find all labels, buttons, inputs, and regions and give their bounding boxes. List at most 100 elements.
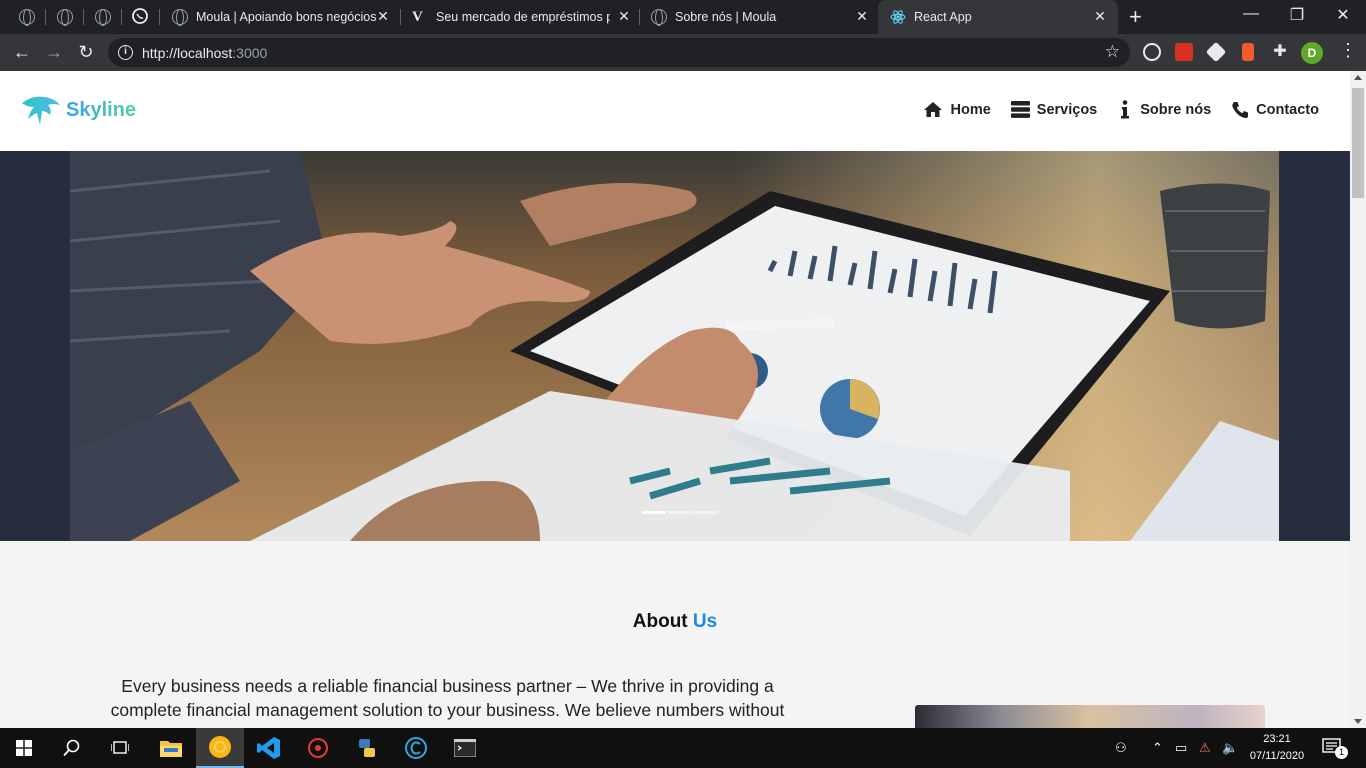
restore-window-button[interactable]: ❐ [1287, 5, 1307, 25]
carousel-indicator-3[interactable] [694, 511, 718, 514]
search-icon [63, 739, 80, 757]
extension-red-icon[interactable] [1175, 43, 1193, 61]
tab-title: Moula | Apoiando bons negócios [196, 10, 376, 24]
task-view-icon [111, 741, 129, 754]
close-tab-icon[interactable]: ✕ [1092, 8, 1108, 25]
chrome-icon [209, 736, 231, 758]
eagle-logo-icon [22, 96, 60, 125]
extension-cube-icon[interactable] [1205, 41, 1227, 63]
close-tab-icon[interactable]: ✕ [616, 8, 632, 25]
nav-about[interactable]: Sobre nós [1117, 100, 1211, 119]
browser-tab[interactable]: V Seu mercado de empréstimos pa ✕ [400, 0, 640, 34]
browser-tab-active[interactable]: React App ✕ [878, 0, 1118, 34]
about-heading: About Us [0, 611, 1350, 633]
c-app-icon [405, 737, 427, 759]
browser-tab[interactable]: Sobre nós | Moula ✕ [639, 0, 879, 34]
nav-home[interactable]: Home [923, 100, 991, 119]
tab-separator [45, 9, 46, 25]
chrome-taskbar-button[interactable] [196, 728, 244, 768]
close-tab-icon[interactable]: ✕ [854, 8, 870, 25]
scroll-down-icon[interactable] [1354, 719, 1362, 724]
globe-icon [172, 9, 188, 26]
close-tab-icon[interactable]: ✕ [375, 8, 391, 25]
hero-carousel[interactable] [70, 151, 1279, 541]
brand-name: Skyline [66, 98, 137, 121]
about-heading-main: About [632, 611, 688, 632]
about-heading-accent: Us [692, 611, 718, 632]
tab-title: Sobre nós | Moula [675, 10, 777, 24]
scrollbar-thumb[interactable] [1352, 88, 1364, 198]
nav-services-label: Serviços [1036, 101, 1098, 118]
extension-target-icon[interactable] [1143, 43, 1161, 61]
app-red-taskbar-button[interactable] [294, 728, 342, 768]
action-center-button[interactable]: 1 [1322, 738, 1348, 759]
start-button[interactable] [0, 728, 48, 768]
show-hidden-icons-icon[interactable]: ⌃ [1152, 740, 1163, 756]
network-disconnected-icon[interactable]: ⚠ [1199, 740, 1211, 756]
python-icon [359, 739, 375, 757]
clock-time: 23:21 [1263, 733, 1291, 745]
vscode-taskbar-button[interactable] [245, 728, 293, 768]
bookmark-star-icon[interactable]: ☆ [1105, 42, 1120, 62]
search-button[interactable] [48, 728, 96, 768]
carousel-indicator-2[interactable] [668, 511, 692, 514]
nav-about-label: Sobre nós [1140, 101, 1212, 118]
battery-icon[interactable]: ▭ [1175, 740, 1187, 756]
close-window-button[interactable]: ✕ [1333, 5, 1353, 25]
globe-icon [651, 9, 667, 26]
server-icon [1010, 101, 1030, 118]
site-navbar: Skyline Home Serviços Sobre nós Contacto [0, 71, 1350, 151]
react-icon [890, 9, 906, 25]
file-explorer-button[interactable] [147, 728, 195, 768]
tab-bar: Moula | Apoiando bons negócios ✕ V Seu m… [0, 0, 1366, 34]
people-icon[interactable]: ⚇ [1115, 740, 1127, 756]
back-button[interactable]: ← [10, 40, 34, 64]
extensions-puzzle-icon[interactable]: ✚ [1271, 43, 1289, 61]
tab-separator [83, 9, 84, 25]
pinned-tab-whatsapp-icon[interactable] [131, 7, 151, 27]
browser-menu-icon[interactable]: ⋮ [1339, 40, 1357, 61]
forward-button[interactable]: → [42, 40, 66, 64]
pinned-tab-globe-icon[interactable] [55, 7, 75, 27]
brand-logo[interactable]: Skyline [20, 93, 136, 127]
task-view-button[interactable] [96, 728, 144, 768]
carousel-indicator-1[interactable] [642, 511, 666, 514]
c-app-taskbar-button[interactable] [392, 728, 440, 768]
terminal-taskbar-button[interactable] [441, 728, 489, 768]
windows-logo-icon [16, 740, 32, 756]
system-clock[interactable]: 23:21 07/11/2020 [1247, 731, 1307, 765]
nav-home-label: Home [950, 101, 991, 118]
pinned-tab-globe-icon[interactable] [93, 7, 113, 27]
about-paragraph: Every business needs a reliable financia… [110, 676, 785, 720]
extension-flask-icon[interactable] [1242, 43, 1254, 61]
hero-business-chart-image [70, 151, 1279, 541]
pinned-tab-globe-icon[interactable] [17, 7, 37, 27]
nav-services[interactable]: Serviços [1010, 100, 1098, 119]
terminal-icon [454, 739, 476, 757]
new-tab-button[interactable]: + [1129, 4, 1142, 30]
tab-separator [121, 9, 122, 25]
browser-tab[interactable]: Moula | Apoiando bons negócios ✕ [160, 0, 400, 34]
address-bar[interactable]: i http://localhost:3000 ☆ [108, 38, 1130, 67]
notification-count-badge: 1 [1335, 746, 1348, 759]
nav-contact[interactable]: Contacto [1231, 100, 1319, 119]
v-logo-icon: V [412, 9, 423, 25]
red-app-icon [308, 738, 328, 758]
profile-avatar[interactable]: D [1301, 42, 1323, 64]
main-menu: Home Serviços Sobre nós Contacto [903, 100, 1319, 119]
clock-date: 07/11/2020 [1249, 750, 1305, 762]
python-taskbar-button[interactable] [343, 728, 391, 768]
scroll-up-icon[interactable] [1354, 75, 1362, 80]
vscode-icon [257, 737, 280, 759]
phone-icon [1232, 101, 1249, 118]
site-info-icon[interactable]: i [118, 45, 133, 60]
hero-section [0, 151, 1350, 541]
url-text[interactable]: http://localhost:3000 [142, 45, 267, 61]
minimize-window-button[interactable]: — [1241, 5, 1261, 23]
page-viewport: Skyline Home Serviços Sobre nós Contacto [0, 71, 1350, 728]
reload-button[interactable]: ↻ [74, 40, 98, 64]
browser-toolbar: ← → ↻ i http://localhost:3000 ☆ ✚ D ⋮ [0, 34, 1366, 71]
page-scrollbar[interactable] [1350, 71, 1366, 728]
home-icon [924, 102, 943, 117]
volume-icon[interactable]: 🔈 [1222, 740, 1238, 756]
